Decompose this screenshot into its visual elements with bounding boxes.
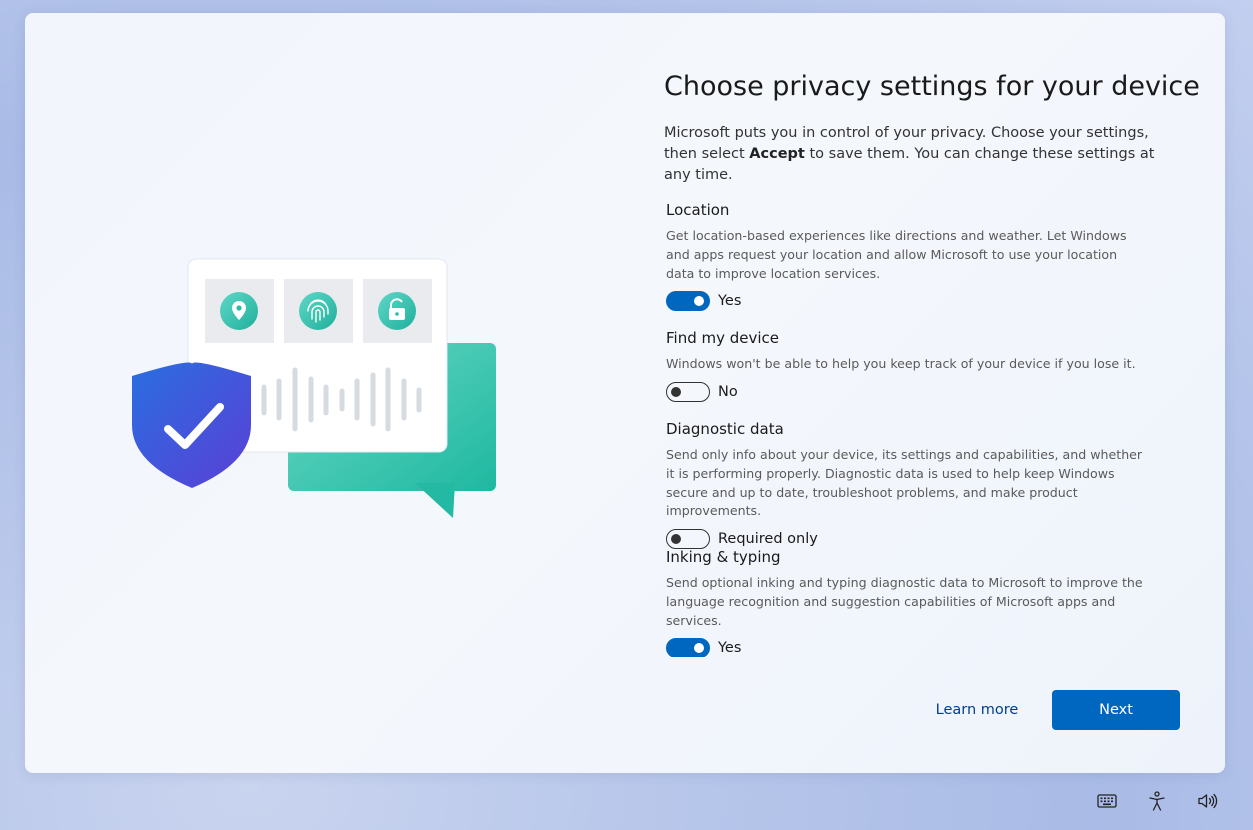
setting-title: Inking & typing <box>666 548 781 566</box>
toggle-knob <box>671 534 681 545</box>
setting-location: Location Get location-based experiences … <box>666 201 1146 312</box>
page-title: Choose privacy settings for your device <box>664 71 1200 102</box>
learn-more-link[interactable]: Learn more <box>922 690 1032 730</box>
unlock-icon <box>378 292 416 330</box>
toggle-label: No <box>718 383 738 400</box>
privacy-illustration <box>132 258 496 518</box>
diagnostic-data-toggle[interactable] <box>666 529 710 550</box>
settings-scroll-area[interactable]: Location Get location-based experiences … <box>666 201 1166 657</box>
inking-typing-toggle[interactable] <box>666 638 710 657</box>
system-tray <box>1096 790 1218 812</box>
location-toggle[interactable] <box>666 291 710 312</box>
location-pin-icon <box>220 292 258 330</box>
toggle-knob <box>694 296 704 307</box>
setting-title: Find my device <box>666 329 780 347</box>
setting-title: Location <box>666 201 730 219</box>
page-subtitle: Microsoft puts you in control of your pr… <box>664 125 1155 183</box>
setting-description: Send optional inking and typing diagnost… <box>666 575 1143 628</box>
accept-keyword: Accept <box>749 146 805 162</box>
setting-description: Send only info about your device, its se… <box>666 447 1143 519</box>
setting-diagnostic-data: Diagnostic data Send only info about you… <box>666 420 1146 550</box>
setup-card: Choose privacy settings for your device … <box>25 13 1225 773</box>
toggle-label: Required only <box>718 531 818 548</box>
toggle-knob <box>694 643 704 654</box>
setting-description: Windows won't be able to help you keep t… <box>666 356 1136 371</box>
setting-title: Diagnostic data <box>666 420 784 438</box>
next-button[interactable]: Next <box>1052 690 1180 730</box>
setting-inking-typing: Inking & typing Send optional inking and… <box>666 548 1146 657</box>
keyboard-icon[interactable] <box>1096 790 1118 812</box>
toggle-knob <box>671 386 681 397</box>
volume-icon[interactable] <box>1196 790 1218 812</box>
toggle-label: Yes <box>718 293 742 310</box>
setting-description: Get location-based experiences like dire… <box>666 228 1127 281</box>
shield-check-icon <box>132 362 251 488</box>
accessibility-icon[interactable] <box>1146 790 1168 812</box>
setting-find-my-device: Find my device Windows won't be able to … <box>666 329 1146 402</box>
fingerprint-icon <box>299 292 337 330</box>
find-my-device-toggle[interactable] <box>666 381 710 402</box>
toggle-label: Yes <box>718 640 742 657</box>
